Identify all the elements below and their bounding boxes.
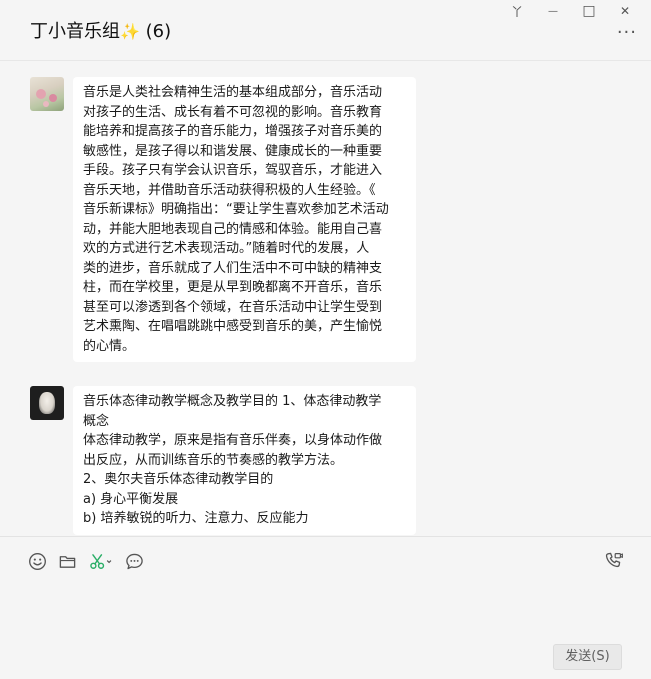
minimize-icon: —	[548, 5, 558, 17]
message-line: 柱，而在学校里，更是从早到晚都离不开音乐，音乐	[83, 280, 383, 295]
message-line: 的心情。	[83, 338, 136, 354]
video-call-icon	[605, 552, 623, 568]
message-line: 音乐天地，并借助音乐活动获得积极的人生经验。《	[83, 182, 376, 198]
avatar[interactable]	[30, 77, 64, 111]
message-line: 体态律动教学，原来是指有音乐伴奏，以身体动作做	[83, 433, 383, 448]
message-line: 对孩子的生活、成长有着不可忽视的影响。音乐教育	[83, 104, 383, 120]
message-line: 音乐体态律动教学概念及教学目的 1、体态律动教学	[83, 394, 382, 409]
chat-window: 丁小音乐组✨ (6) 丫 — □ ✕ ··· 音乐是人类社会精神生活的基本组成部…	[0, 0, 651, 679]
message-item: 音乐体态律动教学概念及教学目的 1、体态律动教学 概念 体态律动教学，原来是指有…	[30, 386, 416, 535]
message-line: 类的进步，音乐就成了人们生活中不可中缺的精神支	[83, 260, 383, 276]
message-line: 音乐新课标》明确指出：“要让学生喜欢参加艺术活动	[83, 202, 389, 217]
emoji-icon	[28, 552, 46, 570]
message-line: b) 培养敏锐的听力、注意力、反应能力	[83, 511, 309, 526]
message-item: 音乐是人类社会精神生活的基本组成部分，音乐活动 对孩子的生活、成长有着不可忽视的…	[30, 77, 416, 362]
message-line: 艺术熏陶、在唱唱跳跳中感受到音乐的美，产生愉悦	[83, 319, 383, 334]
message-line: 动，并能大胆地表现自己的情感和体验。能用自己喜	[83, 221, 383, 237]
send-button[interactable]: 发送(S)	[553, 644, 622, 670]
message-line: a) 身心平衡发展	[83, 491, 179, 507]
screenshot-button[interactable]	[87, 551, 115, 571]
scissors-icon	[90, 553, 112, 569]
window-controls: 丫 — □ ✕	[499, 2, 643, 20]
chat-title: 丁小音乐组✨ (6)	[30, 20, 171, 44]
send-file-button[interactable]	[57, 551, 77, 571]
message-bubble[interactable]: 音乐是人类社会精神生活的基本组成部分，音乐活动 对孩子的生活、成长有着不可忽视的…	[73, 77, 416, 362]
message-line: 出反应，从而训练音乐的节奏感的教学方法。	[83, 452, 344, 468]
message-line: 甚至可以渗透到各个领域，在音乐活动中让学生受到	[83, 299, 383, 315]
close-icon: ✕	[619, 4, 631, 18]
maximize-icon: □	[582, 3, 596, 19]
more-options-button[interactable]: ···	[617, 24, 637, 42]
close-button[interactable]: ✕	[607, 2, 643, 20]
message-line: 欢的方式进行艺术表现活动。”随着时代的发展，人	[83, 241, 370, 256]
avatar[interactable]	[30, 386, 64, 420]
sparkle-emoji: ✨	[120, 22, 140, 41]
group-name: 丁小音乐组	[30, 21, 120, 42]
message-line: 敏感性，是孩子得以和谐发展、健康成长的一种重要	[83, 143, 383, 159]
pin-icon: 丫	[510, 4, 523, 19]
message-line: 概念	[83, 413, 110, 429]
message-list[interactable]: 音乐是人类社会精神生活的基本组成部分，音乐活动 对孩子的生活、成长有着不可忽视的…	[0, 61, 651, 536]
message-bubble[interactable]: 音乐体态律动教学概念及教学目的 1、体态律动教学 概念 体态律动教学，原来是指有…	[73, 386, 416, 535]
input-area[interactable]: 发送(S)	[0, 536, 651, 679]
message-line: 能培养和提高孩子的音乐能力，增强孩子对音乐美的	[83, 124, 383, 139]
chat-history-button[interactable]	[124, 551, 144, 571]
member-count: (6)	[145, 21, 172, 42]
call-button[interactable]	[604, 551, 624, 571]
minimize-button[interactable]: —	[535, 2, 571, 20]
message-line: 2、奥尔夫音乐体态律动教学目的	[83, 472, 274, 487]
folder-icon	[59, 555, 75, 568]
chat-header: 丁小音乐组✨ (6) 丫 — □ ✕ ···	[0, 0, 651, 61]
pin-button[interactable]: 丫	[499, 2, 535, 20]
maximize-button[interactable]: □	[571, 2, 607, 20]
message-line: 手段。孩子只有学会认识音乐，驾驭音乐，才能进入	[83, 163, 383, 178]
chat-history-icon	[125, 553, 143, 569]
emoji-button[interactable]	[27, 551, 47, 571]
message-line: 音乐是人类社会精神生活的基本组成部分，音乐活动	[83, 85, 383, 100]
more-icon: ···	[616, 22, 637, 43]
